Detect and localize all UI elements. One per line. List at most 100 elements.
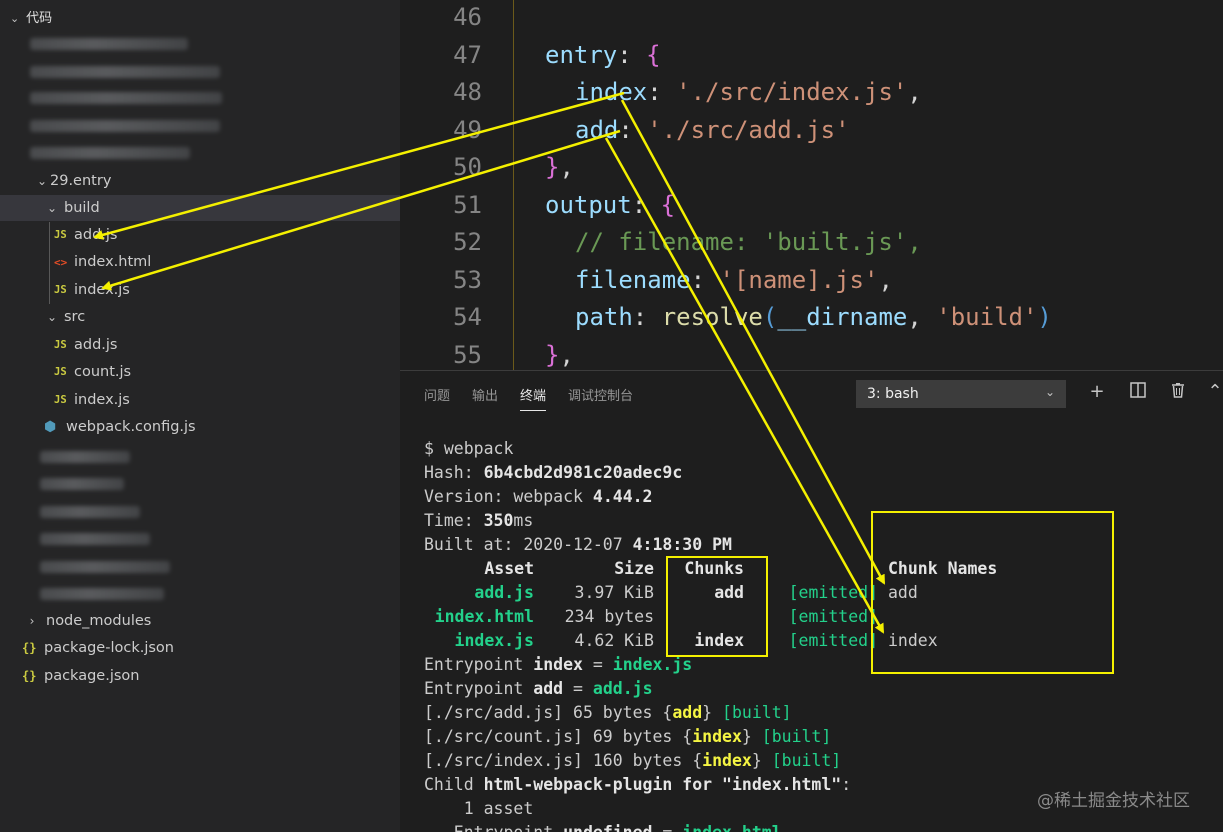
new-terminal-button[interactable]: + bbox=[1086, 381, 1108, 403]
tree-file-build-index-js[interactable]: JS index.js bbox=[0, 277, 400, 303]
file-label: index.js bbox=[74, 282, 130, 298]
code-editor[interactable]: 46 47 entry: { 48 index: './src/index.js… bbox=[400, 0, 1223, 370]
terminal-select-value: 3: bash bbox=[867, 386, 919, 402]
tab-problems[interactable]: 问题 bbox=[424, 385, 450, 411]
code-line: 55 }, bbox=[400, 336, 1223, 370]
built-at-time: 4:18:30 PM bbox=[632, 535, 732, 554]
code-line: 51 output: { bbox=[400, 186, 1223, 224]
webpack-version: 4.44.2 bbox=[592, 487, 653, 506]
redacted-item bbox=[40, 561, 170, 573]
tree-folder-src[interactable]: ⌄ src bbox=[0, 304, 400, 330]
redacted-item bbox=[40, 533, 150, 545]
split-terminal-button[interactable] bbox=[1127, 381, 1149, 403]
code-string: '[name].js' bbox=[719, 265, 879, 294]
line-number: 55 bbox=[453, 340, 482, 369]
redacted-item bbox=[30, 66, 220, 78]
terminal-line: Entrypoint undefined = index.html bbox=[424, 821, 997, 832]
file-label: count.js bbox=[74, 364, 132, 380]
line-number: 54 bbox=[453, 302, 482, 331]
panel-tabs: 问题 输出 终端 调试控制台 bbox=[424, 385, 633, 411]
explorer-root-label: 代码 bbox=[26, 11, 53, 26]
terminal-line: 1 asset bbox=[424, 799, 534, 818]
chevron-right-icon: › bbox=[29, 614, 35, 628]
plus-icon: + bbox=[1089, 381, 1105, 402]
build-hash: 6b4cbd2d981c20adec9c bbox=[483, 463, 683, 482]
trash-icon bbox=[1172, 383, 1184, 398]
terminal-line: $ webpack bbox=[424, 439, 514, 458]
code-string: './src/index.js' bbox=[676, 77, 908, 106]
file-label: add.js bbox=[74, 337, 118, 353]
redacted-item bbox=[40, 478, 124, 490]
file-label: package.json bbox=[44, 668, 140, 684]
tree-folder-build[interactable]: ⌄ build bbox=[0, 195, 400, 221]
tree-file-build-add-js[interactable]: JS add.js bbox=[0, 222, 400, 248]
chevron-down-icon: ⌄ bbox=[46, 310, 58, 324]
tab-terminal[interactable]: 终端 bbox=[520, 385, 547, 411]
line-number: 47 bbox=[453, 40, 482, 69]
code-key: index bbox=[575, 77, 648, 106]
code-line: 50 }, bbox=[400, 148, 1223, 186]
tree-file-package-lock[interactable]: {} package-lock.json bbox=[0, 635, 400, 661]
folder-label: build bbox=[64, 200, 100, 216]
redacted-item bbox=[40, 451, 130, 463]
code-line: 46 bbox=[400, 0, 1223, 36]
js-file-icon: JS bbox=[54, 394, 67, 406]
json-file-icon: {} bbox=[22, 669, 37, 683]
code-key: path bbox=[575, 302, 633, 331]
webpack-cube-icon: ⬢ bbox=[44, 419, 57, 435]
maximize-panel-button[interactable]: ⌃ bbox=[1204, 381, 1223, 403]
code-string: './src/add.js' bbox=[647, 115, 850, 144]
chevron-down-icon: ⌄ bbox=[36, 174, 48, 188]
file-label: add.js bbox=[74, 227, 118, 243]
explorer-root-header[interactable]: ⌄ 代码 bbox=[10, 7, 52, 26]
watermark: @稀土掘金技术社区 bbox=[1037, 791, 1190, 811]
js-file-icon: JS bbox=[54, 366, 67, 378]
tree-file-src-add-js[interactable]: JS add.js bbox=[0, 332, 400, 358]
chevron-down-icon: ⌄ bbox=[46, 201, 58, 215]
file-label: package-lock.json bbox=[44, 640, 174, 656]
folder-label: src bbox=[64, 309, 86, 325]
module-line: [./src/count.js] 69 bytes {index} [built… bbox=[424, 727, 832, 746]
tree-folder-29-entry[interactable]: ⌄ 29.entry bbox=[0, 168, 400, 194]
line-number: 53 bbox=[453, 265, 482, 294]
code-key: output bbox=[545, 190, 632, 219]
module-line: [./src/add.js] 65 bytes {add} [built] bbox=[424, 703, 792, 722]
code-string: 'build' bbox=[936, 302, 1038, 331]
code-line: 47 entry: { bbox=[400, 36, 1223, 74]
kill-terminal-button[interactable] bbox=[1167, 381, 1189, 403]
folder-label: node_modules bbox=[46, 613, 152, 629]
redacted-item bbox=[30, 120, 220, 132]
code-line: 49 add: './src/add.js' bbox=[400, 111, 1223, 149]
tab-output[interactable]: 输出 bbox=[472, 385, 498, 411]
line-number: 51 bbox=[453, 190, 482, 219]
js-file-icon: JS bbox=[54, 339, 67, 351]
line-number: 52 bbox=[453, 227, 482, 256]
terminal-line: Version: webpack 4.44.2 bbox=[424, 487, 653, 506]
line-number: 46 bbox=[453, 2, 482, 31]
child-line: Child html-webpack-plugin for "index.htm… bbox=[424, 775, 852, 794]
redacted-item bbox=[40, 588, 164, 600]
line-number: 48 bbox=[453, 77, 482, 106]
tree-file-src-count-js[interactable]: JS count.js bbox=[0, 359, 400, 385]
split-icon bbox=[1130, 382, 1146, 398]
tree-file-webpack-config[interactable]: ⬢ webpack.config.js bbox=[0, 414, 400, 440]
file-label: index.js bbox=[74, 392, 130, 408]
tab-debug-console[interactable]: 调试控制台 bbox=[568, 385, 633, 411]
code-line: 54 path: resolve(__dirname, 'build') bbox=[400, 298, 1223, 336]
html-file-icon: <> bbox=[54, 255, 68, 269]
redacted-item bbox=[30, 38, 188, 50]
json-file-icon: {} bbox=[22, 641, 37, 655]
code-key: entry bbox=[545, 40, 618, 69]
js-file-icon: JS bbox=[54, 229, 67, 241]
tree-folder-node-modules[interactable]: › node_modules bbox=[0, 608, 400, 634]
code-function: resolve bbox=[661, 302, 763, 331]
tree-file-src-index-js[interactable]: JS index.js bbox=[0, 387, 400, 413]
tree-file-package-json[interactable]: {} package.json bbox=[0, 663, 400, 689]
tree-file-build-index-html[interactable]: <> index.html bbox=[0, 249, 400, 275]
entrypoint-line: Entrypoint add = add.js bbox=[424, 679, 653, 698]
js-file-icon: JS bbox=[54, 284, 67, 296]
chunk-names-highlight-box bbox=[871, 511, 1114, 674]
code-line: 48 index: './src/index.js', bbox=[400, 73, 1223, 111]
terminal-select[interactable]: 3: bash ⌄ bbox=[856, 380, 1066, 408]
code-line: 52 // filename: 'built.js', bbox=[400, 223, 1223, 261]
